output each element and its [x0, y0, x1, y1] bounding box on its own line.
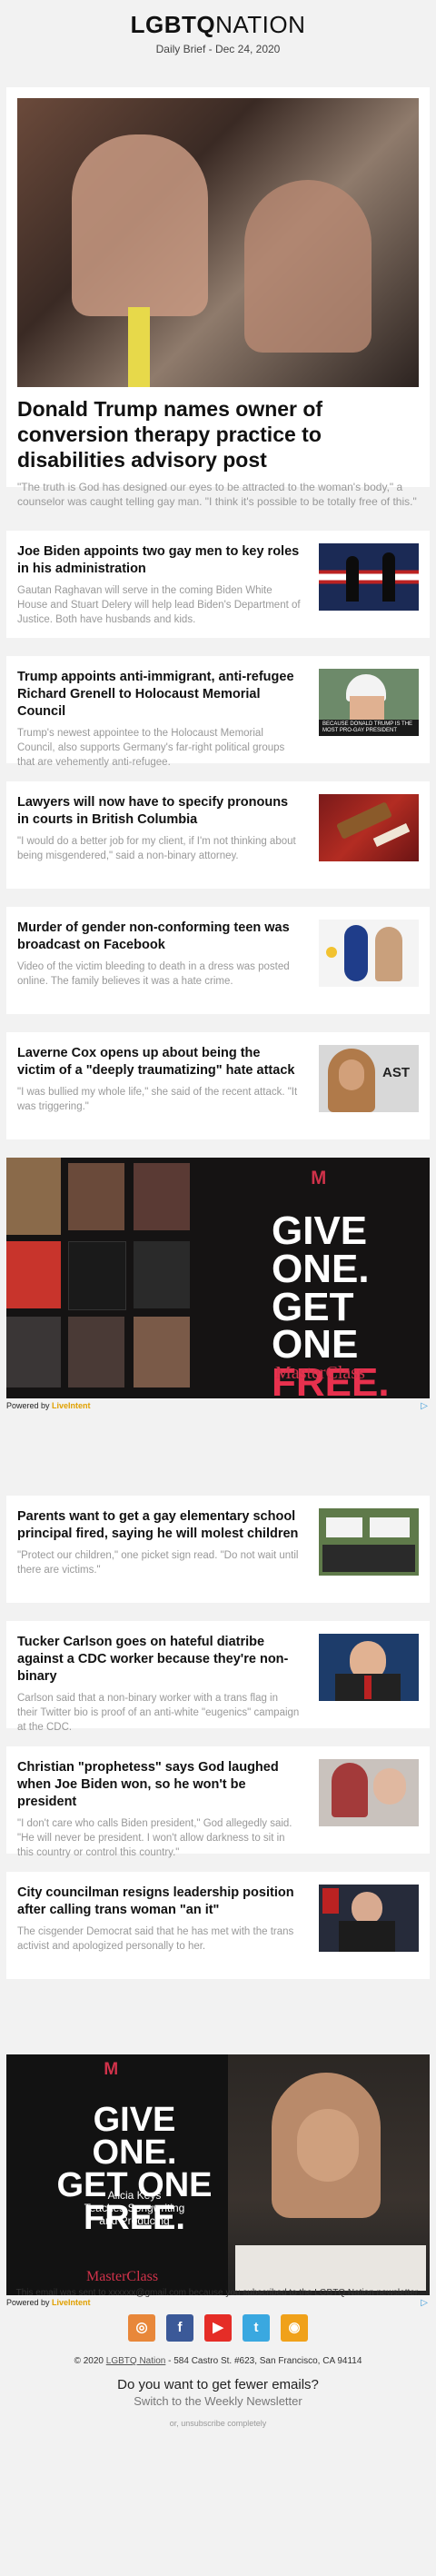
twitter-icon[interactable]: t — [243, 2314, 270, 2342]
story-headline[interactable]: Trump appoints anti-immigrant, anti-refu… — [17, 669, 301, 721]
story-summary: "I would do a better job for my client, … — [17, 836, 296, 861]
featured-story[interactable]: Donald Trump names owner of conversion t… — [6, 87, 430, 508]
ad-banner[interactable]: ᴹ GIVE ONE. GET ONE FREE. MasterClass — [6, 1158, 430, 1398]
footer-sent-notice: This email was sent to xxxxxx@gmail.com … — [15, 2288, 421, 2298]
story-headline[interactable]: Parents want to get a gay elementary sch… — [17, 1508, 301, 1543]
story-headline[interactable]: City councilman resigns leadership posit… — [17, 1885, 301, 1919]
youtube-icon[interactable]: ▶ — [204, 2314, 232, 2342]
masterclass-ad[interactable]: ᴹ GIVE ONE. GET ONE FREE. MasterClass Powe… — [6, 1158, 430, 1412]
story-thumbnail[interactable] — [319, 543, 419, 611]
story-thumbnail[interactable] — [319, 1759, 419, 1826]
ad-banner[interactable]: ᴹ GIVE ONE. GET ONE FREE. Alicia Keys Teac… — [6, 2054, 430, 2295]
story-headline[interactable]: Joe Biden appoints two gay men to key ro… — [17, 543, 301, 578]
header: LGBTQNATION Daily Brief - Dec 24, 2020 — [0, 0, 436, 64]
fewer-emails-heading: Do you want to get fewer emails? — [117, 2377, 319, 2392]
lgbtq-nation-logo[interactable]: LGBTQNATION — [0, 11, 436, 39]
footer-copyright: © 2020 LGBTQ Nation - 584 Castro St. #62… — [74, 2356, 362, 2366]
footer: This email was sent to xxxxxx@gmail.com … — [0, 2288, 436, 2428]
story-thumbnail[interactable] — [319, 1508, 419, 1576]
unsubscribe-link[interactable]: or, unsubscribe completely — [0, 2419, 436, 2428]
story-card[interactable]: Laverne Cox opens up about being the vic… — [6, 1032, 430, 1139]
powered-by: Powered by LiveIntent ▷ — [6, 1401, 428, 1411]
story-summary: Trump's newest appointee to the Holocaus… — [17, 728, 285, 768]
masterclass-logo: MasterClass — [275, 1363, 365, 1383]
ad-tagline: Alicia Keys Teaches Songwriting and Produc… — [84, 2189, 185, 2227]
lgbtq-nation-link[interactable]: LGBTQ Nation — [106, 2356, 166, 2366]
story-summary: Gautan Raghavan will serve in the coming… — [17, 585, 301, 625]
story-card[interactable]: Lawyers will now have to specify pronoun… — [6, 781, 430, 889]
story-thumbnail[interactable]: BECAUSE DONALD TRUMP IS THE MOST PRO-GAY… — [319, 669, 419, 736]
brief-date: Daily Brief - Dec 24, 2020 — [155, 43, 281, 55]
story-thumbnail[interactable] — [319, 794, 419, 861]
masterclass-ad[interactable]: ᴹ GIVE ONE. GET ONE FREE. Alicia Keys Teac… — [6, 2054, 430, 2309]
thumbnail-caption: AST — [382, 1065, 410, 1080]
story-card[interactable]: Joe Biden appoints two gay men to key ro… — [6, 531, 430, 638]
story-card[interactable]: Parents want to get a gay elementary sch… — [6, 1496, 430, 1603]
instagram-icon[interactable]: ◎ — [128, 2314, 155, 2342]
story-thumbnail[interactable]: AST — [319, 1045, 419, 1112]
story-card[interactable]: City councilman resigns leadership posit… — [6, 1872, 430, 1979]
story-summary: "Protect our children," one picket sign … — [17, 1550, 299, 1576]
social-links: ◎ f ▶ t ◉ — [0, 2314, 436, 2342]
story-card[interactable]: Trump appoints anti-immigrant, anti-refu… — [6, 656, 430, 768]
story-headline[interactable]: Murder of gender non-conforming teen was… — [17, 920, 301, 954]
story-summary: Video of the victim bleeding to death in… — [17, 961, 290, 987]
adchoices-icon[interactable]: ▷ — [421, 1401, 428, 1411]
switch-weekly-link[interactable]: Switch to the Weekly Newsletter — [0, 2394, 436, 2408]
story-headline[interactable]: Christian "prophetess" says God laughed … — [17, 1759, 301, 1811]
story-summary: "I don't care who calls Biden president,… — [17, 1818, 292, 1858]
story-card[interactable]: Tucker Carlson goes on hateful diatribe … — [6, 1621, 430, 1733]
story-headline[interactable]: Lawyers will now have to specify pronoun… — [17, 794, 301, 829]
story-thumbnail[interactable] — [319, 920, 419, 987]
story-summary: Carlson said that a non-binary worker wi… — [17, 1693, 300, 1733]
thumbnail-caption: BECAUSE DONALD TRUMP IS THE MOST PRO-GAY… — [322, 721, 413, 733]
story-summary: "I was bullied my whole life," she said … — [17, 1087, 298, 1112]
facebook-icon[interactable]: f — [166, 2314, 193, 2342]
masterclass-m-icon: ᴹ — [312, 1167, 326, 1197]
rss-icon[interactable]: ◉ — [281, 2314, 308, 2342]
featured-headline[interactable]: Donald Trump names owner of conversion t… — [17, 396, 419, 472]
story-summary: The cisgender Democrat said that he has … — [17, 1926, 294, 1952]
featured-summary: "The truth is God has designed our eyes … — [17, 481, 417, 508]
story-headline[interactable]: Tucker Carlson goes on hateful diatribe … — [17, 1634, 301, 1686]
story-card[interactable]: Murder of gender non-conforming teen was… — [6, 907, 430, 1014]
story-thumbnail[interactable] — [319, 1634, 419, 1701]
masterclass-m-icon: ᴹ — [104, 2058, 118, 2086]
story-card[interactable]: Christian "prophetess" says God laughed … — [6, 1746, 430, 1858]
story-headline[interactable]: Laverne Cox opens up about being the vic… — [17, 1045, 301, 1079]
featured-image[interactable] — [17, 98, 419, 387]
story-thumbnail[interactable] — [319, 1885, 419, 1952]
masterclass-logo: MasterClass — [86, 2269, 159, 2284]
